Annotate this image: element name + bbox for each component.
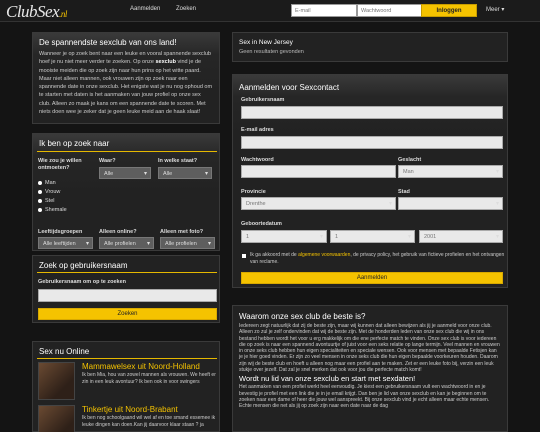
option-man[interactable]: Man [38, 180, 56, 186]
username-label: Gebruikersnaam [241, 97, 285, 103]
who-label: Wie zou je willen ontmoeten? [38, 158, 82, 171]
chevron-down-icon: ▾ [501, 7, 505, 13]
terms-link[interactable]: algemene voorwaarden [298, 252, 350, 258]
gender-select[interactable]: Man [398, 165, 503, 178]
radio-icon [38, 198, 42, 203]
online-panel: Sex nu Online Mammawelsex uit Noord-Holl… [32, 341, 220, 432]
profile-photo[interactable] [38, 362, 75, 400]
intro-bold: sexclub [155, 59, 176, 66]
search-title: Ik ben op zoek naar [39, 139, 110, 148]
logo-tld: .nl [59, 9, 67, 19]
option-vrouw[interactable]: Vrouw [38, 189, 60, 195]
consent-text: Ik ga akkoord met de algemene voorwaarde… [250, 252, 505, 265]
online-title: Sex nu Online [39, 347, 90, 356]
register-title: Aanmelden voor Sexcontact [239, 83, 340, 92]
consent-checkbox[interactable] [242, 254, 246, 258]
more-label: Meer [486, 7, 500, 13]
profile-name[interactable]: Mammawelsex uit Noord-Holland [82, 362, 200, 371]
register-button[interactable]: Aanmelden [241, 272, 503, 284]
dob-day-select[interactable]: 1 [241, 230, 327, 243]
gender-label: Geslacht [398, 157, 422, 163]
dob-year-select[interactable]: 2001 [419, 230, 503, 243]
location-result: Geen resultaten gevonden [239, 49, 304, 55]
logo-text: ClubSex [6, 2, 60, 21]
user-search-panel: Zoek op gebruikersnaam Gebruikersnaam om… [32, 255, 220, 323]
username-field[interactable] [241, 106, 503, 119]
article-panel: Waarom onze sex club de beste is? Iedere… [232, 305, 508, 432]
option-shemale[interactable]: Shemale [38, 207, 67, 213]
more-menu[interactable]: Meer ▾ [486, 6, 504, 13]
profile-photo[interactable] [38, 405, 75, 432]
location-panel: Sex in New Jersey Geen resultaten gevond… [232, 32, 508, 62]
intro-text: Wanneer je op zoek bent naar een leuke e… [39, 51, 213, 116]
state-label: In welke staat? [158, 158, 198, 164]
password-input[interactable] [357, 4, 423, 17]
password-label: Wachtwoord [241, 157, 274, 163]
where-label: Waar? [99, 158, 116, 164]
profile-text: Ik ben nog schoolgaand wil wel af en toe… [82, 415, 216, 428]
register-panel: Aanmelden voor Sexcontact Gebruikersnaam… [232, 74, 508, 288]
profile-text: Ik ben Mia, hou van zowel mannen als vro… [82, 372, 216, 385]
username-search-input[interactable] [38, 289, 217, 302]
location-title: Sex in New Jersey [239, 39, 293, 46]
online-select[interactable]: Alle profielen [99, 237, 154, 249]
nav-zoeken[interactable]: Zoeken [176, 6, 196, 12]
article-title: Waarom onze sex club de beste is? [239, 312, 366, 321]
email-label: E-mail adres [241, 127, 274, 133]
user-search-title: Zoek op gebruikersnaam [39, 261, 128, 270]
site-logo[interactable]: ClubSex.nl [6, 2, 67, 22]
age-label: Leeftijdsgroepen [38, 229, 83, 235]
email-field[interactable] [241, 136, 503, 149]
state-select[interactable]: Alle [158, 167, 212, 179]
nav-aanmelden[interactable]: Aanmelden [130, 6, 160, 12]
article-subtitle: Wordt nu lid van onze sexclub en start m… [239, 374, 416, 384]
dob-month-select[interactable]: 1 [330, 230, 415, 243]
login-button[interactable]: Inloggen [421, 4, 477, 17]
intro-panel: De spannendste sexclub van ons land! Wan… [32, 32, 220, 124]
online-label: Alleen online? [99, 229, 137, 235]
user-search-divider [37, 272, 217, 273]
intro-title: De spannendste sexclub van ons land! [39, 38, 177, 47]
option-stel[interactable]: Stel [38, 198, 54, 204]
radio-icon [38, 207, 42, 212]
top-bar: ClubSex.nl Aanmelden Zoeken Inloggen Mee… [0, 0, 540, 22]
radio-icon [38, 180, 42, 185]
city-label: Stad [398, 189, 410, 195]
search-button[interactable]: Zoeken [38, 308, 217, 320]
province-label: Provincie [241, 189, 266, 195]
email-input[interactable] [291, 4, 357, 17]
where-select[interactable]: Alle [99, 167, 151, 179]
search-panel: Ik ben op zoek naar Wie zou je willen on… [32, 133, 220, 251]
age-select[interactable]: Alle leeftijden [38, 237, 93, 249]
radio-icon [38, 189, 42, 194]
province-select[interactable]: Drenthe [241, 197, 396, 210]
online-divider [37, 358, 217, 359]
search-divider [37, 151, 217, 152]
dob-label: Geboortedatum [241, 221, 282, 227]
username-search-label: Gebruikersnaam om op te zoeken [38, 279, 127, 285]
article-text: Iedereen zegt natuurlijk dat zij de best… [239, 323, 500, 374]
city-select[interactable] [398, 197, 503, 210]
article-text-2: Het aanmaken van een profiel werkt heel … [239, 384, 490, 410]
photo-select[interactable]: Alle profielen [160, 237, 215, 249]
profile-name[interactable]: Tinkertje uit Noord-Brabant [82, 405, 178, 414]
photo-label: Alleen met foto? [160, 229, 204, 235]
password-field[interactable] [241, 165, 396, 178]
